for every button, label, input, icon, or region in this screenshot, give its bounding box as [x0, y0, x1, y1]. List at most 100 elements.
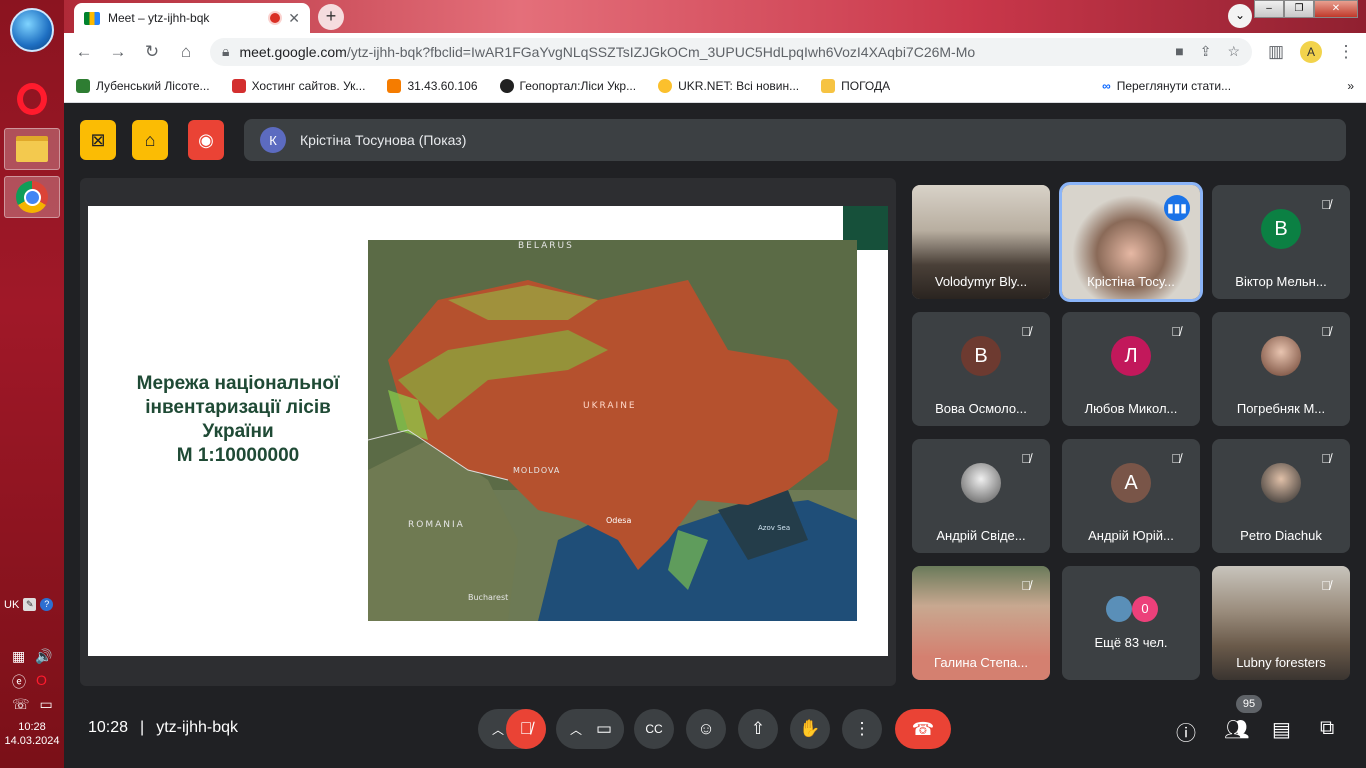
- participant-tile[interactable]: Volodymyr Bly...: [912, 185, 1050, 299]
- participant-tile[interactable]: 🎙̸ Lubny foresters: [1212, 566, 1350, 680]
- meta-icon: ∞: [1102, 79, 1111, 93]
- mic-off-button[interactable]: 🎙̸: [506, 709, 546, 749]
- mic-off-icon: 🎙̸: [1321, 324, 1331, 339]
- bookmark-icon: [658, 79, 673, 93]
- bookmark-icon: [231, 79, 246, 93]
- meeting-details-icon[interactable]: ⓘ: [1176, 717, 1196, 746]
- mic-off-icon: 🎙̸: [1171, 451, 1181, 466]
- captions-button[interactable]: CC: [634, 709, 674, 749]
- avatar-photo: [961, 463, 1001, 503]
- present-button[interactable]: ⇧: [738, 709, 778, 749]
- taskbar-clock[interactable]: 10:28 14.03.2024: [0, 720, 64, 748]
- participant-name: Галина Степа...: [934, 655, 1028, 670]
- speaking-indicator-icon: ▮▮▮: [1164, 195, 1190, 221]
- people-icon[interactable]: 👥︎: [1224, 717, 1249, 742]
- mic-off-icon: 🎙̸: [1321, 578, 1331, 593]
- more-options-button[interactable]: ⋮: [842, 709, 882, 749]
- tab-search-button[interactable]: ⌄: [1228, 4, 1252, 28]
- participant-tile[interactable]: ▮▮▮ Крістіна Тосу...: [1059, 182, 1203, 302]
- viber-icon[interactable]: ☏: [12, 696, 30, 713]
- folder-icon: [821, 79, 836, 93]
- more-bookmarks-icon[interactable]: »: [1347, 79, 1354, 93]
- more-participants-tile[interactable]: 0 Ещё 83 чел.: [1062, 566, 1200, 680]
- close-window-button[interactable]: ✕: [1314, 0, 1358, 18]
- stop-video-icon[interactable]: ⊠: [80, 120, 116, 160]
- forest-inventory-map: BELARUS UKRAINE MOLDOVA ROMANIA Odesa Az…: [368, 240, 857, 621]
- camera-in-use-icon[interactable]: ■: [1175, 43, 1183, 60]
- participant-tile[interactable]: 🎙̸ Галина Степа...: [912, 566, 1050, 680]
- bookmark-icon: [499, 79, 514, 93]
- chrome-taskbar-icon[interactable]: [4, 176, 60, 218]
- recording-icon[interactable]: ◉: [188, 120, 224, 160]
- camera-button[interactable]: ▭: [584, 709, 624, 749]
- explorer-taskbar-icon[interactable]: [4, 128, 60, 170]
- home-button[interactable]: ⌂: [176, 42, 196, 62]
- chat-icon[interactable]: ▤: [1272, 717, 1291, 742]
- map-label: Bucharest: [468, 593, 508, 602]
- opera-tray-icon[interactable]: O: [36, 672, 47, 692]
- companion-icon[interactable]: ⌂: [132, 120, 168, 160]
- avatar: 0: [1132, 596, 1158, 622]
- avatar: В: [961, 336, 1001, 376]
- mic-off-icon: 🎙̸: [1321, 451, 1331, 466]
- reactions-button[interactable]: ☺: [686, 709, 726, 749]
- clock-date: 14.03.2024: [4, 735, 60, 747]
- participant-name: Віктор Мельн...: [1235, 274, 1327, 289]
- bookmark-folder[interactable]: ПОГОДА: [821, 79, 890, 93]
- participant-tile[interactable]: 🎙̸ Погребняк М...: [1212, 312, 1350, 426]
- keyboard-icon[interactable]: ✎: [23, 598, 37, 611]
- participant-name: Погребняк М...: [1236, 401, 1326, 416]
- toolbar: ← → ↻ ⌂ 🔒︎ meet.google.com/ytz-ijhh-bqk?…: [64, 33, 1366, 70]
- menu-icon[interactable]: ⋮: [1336, 42, 1356, 62]
- lock-icon[interactable]: 🔒︎: [222, 43, 229, 60]
- bookmark-star-icon[interactable]: ☆: [1227, 43, 1240, 60]
- raise-hand-button[interactable]: ✋: [790, 709, 830, 749]
- bookmark-item[interactable]: Геопортал:Ліси Укр...: [499, 79, 636, 93]
- reload-button[interactable]: ↻: [142, 42, 162, 62]
- avatar-photo: [1261, 336, 1301, 376]
- participant-name: Андрій Свіде...: [936, 528, 1026, 543]
- tab-strip: Meet – ytz-ijhh-bqk ✕ + ⌄ – ❐ ✕: [64, 0, 1366, 33]
- back-button[interactable]: ←: [74, 42, 94, 62]
- language-indicator[interactable]: UK: [4, 599, 19, 611]
- bookmark-item[interactable]: Хостинг сайтов. Ук...: [231, 79, 365, 93]
- extension-icon[interactable]: A: [1300, 40, 1322, 63]
- start-button[interactable]: [10, 8, 54, 52]
- participant-tile[interactable]: 🎙̸ Petro Diachuk: [1212, 439, 1350, 553]
- activities-icon[interactable]: ⧉: [1320, 717, 1334, 740]
- leave-call-button[interactable]: ☎: [895, 709, 951, 749]
- participant-tile[interactable]: 🎙̸ А Андрій Юрій...: [1062, 439, 1200, 553]
- presentation-stage[interactable]: Мережа національної інвентаризації лісів…: [80, 178, 896, 686]
- share-icon[interactable]: ⇪: [1200, 43, 1212, 60]
- address-bar[interactable]: 🔒︎ meet.google.com/ytz-ijhh-bqk?fbclid=I…: [210, 37, 1252, 66]
- bookmark-item[interactable]: ∞ Переглянути стати...: [1102, 79, 1231, 93]
- display-icon[interactable]: ▭: [40, 696, 53, 713]
- mic-off-icon: 🎙̸: [1321, 197, 1331, 212]
- url-host: meet.google.com: [239, 43, 347, 60]
- mic-off-icon: 🎙̸: [1021, 578, 1031, 593]
- participant-tile[interactable]: 🎙̸ Андрій Свіде...: [912, 439, 1050, 553]
- participant-name: Volodymyr Bly...: [934, 274, 1028, 289]
- bookmark-item[interactable]: Лубенський Лісоте...: [76, 79, 210, 93]
- volume-icon[interactable]: 🔊: [35, 648, 52, 665]
- new-tab-button[interactable]: +: [318, 4, 344, 30]
- bookmark-item[interactable]: 31.43.60.106: [387, 79, 478, 93]
- tab-meet[interactable]: Meet – ytz-ijhh-bqk ✕: [74, 3, 310, 33]
- presenter-bar: К Крістіна Тосунова (Показ): [244, 119, 1346, 161]
- meeting-time: 10:28: [88, 719, 129, 736]
- bookmark-item[interactable]: UKR.NET: Всі новин...: [658, 79, 799, 93]
- side-panel-icon[interactable]: ▥: [1266, 42, 1286, 62]
- close-tab-icon[interactable]: ✕: [288, 10, 300, 27]
- participant-tile[interactable]: 🎙̸ В Вова Осмоло...: [912, 312, 1050, 426]
- network-icon[interactable]: ▦: [12, 648, 25, 665]
- minimize-button[interactable]: –: [1254, 0, 1284, 18]
- help-icon[interactable]: ?: [40, 598, 54, 611]
- meeting-code: ytz-ijhh-bqk: [156, 719, 239, 736]
- maximize-button[interactable]: ❐: [1284, 0, 1314, 18]
- forward-button[interactable]: →: [108, 42, 128, 62]
- participant-tile[interactable]: 🎙̸ Л Любов Микол...: [1062, 312, 1200, 426]
- participant-tile[interactable]: 🎙̸ В Віктор Мельн...: [1212, 185, 1350, 299]
- edge-icon[interactable]: ⓔ: [12, 672, 26, 692]
- opera-taskbar-icon[interactable]: [4, 78, 60, 120]
- avatar: В: [1261, 209, 1301, 249]
